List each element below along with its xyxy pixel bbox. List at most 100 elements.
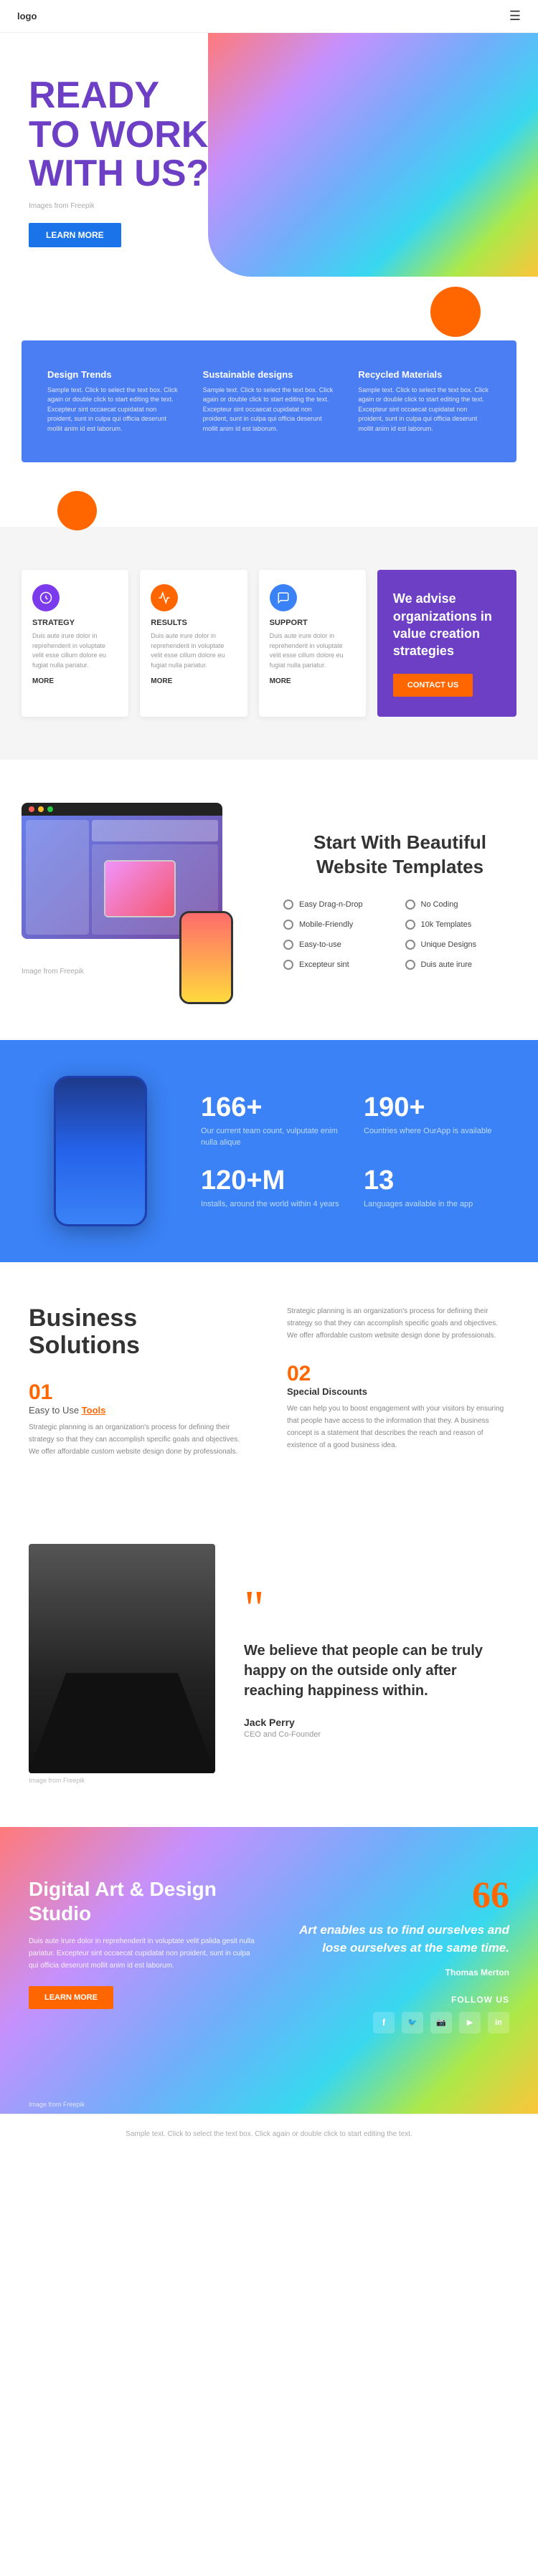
art-title: Digital Art & Design Studio [29, 1877, 255, 1925]
tablet-mockup [104, 860, 176, 917]
stat-value-3: 13 [364, 1165, 509, 1196]
strategy-right-title: We advise organizations in value creatio… [393, 590, 501, 659]
quote-mark: " [244, 1589, 509, 1629]
check-circle-1 [405, 900, 415, 910]
footer: Sample text. Click to select the text bo… [0, 2114, 538, 2154]
stat-item-0: 166+ Our current team count, vulputate e… [201, 1092, 346, 1148]
social-icon-facebook[interactable]: f [373, 2012, 395, 2033]
check-circle-2 [283, 920, 293, 930]
feature-text-1: Sample text. Click to select the text bo… [203, 386, 336, 434]
features-grid: Design Trends Sample text. Click to sele… [22, 340, 516, 463]
stat-desc-2: Installs, around the world within 4 year… [201, 1199, 346, 1210]
feature-text-2: Sample text. Click to select the text bo… [358, 386, 491, 434]
art-image-credit: Image from Freepik [29, 2101, 85, 2108]
templates-section: Image from Freepik Start With Beautiful … [0, 760, 538, 1040]
social-icon-linkedin[interactable]: in [488, 2012, 509, 2033]
feature-text-0: Sample text. Click to select the text bo… [47, 386, 180, 434]
strategy-card-more-2[interactable]: MORE [270, 677, 355, 685]
feature-item-0: Design Trends Sample text. Click to sele… [36, 362, 192, 442]
stat-item-3: 13 Languages available in the app [364, 1165, 509, 1210]
art-quote-author: Thomas Merton [283, 1967, 509, 1978]
stat-item-1: 190+ Countries where OurApp is available [364, 1092, 509, 1148]
strategy-card-0: STRATEGY Duis aute irure dolor in repreh… [22, 570, 128, 717]
social-icon-twitter[interactable]: 🐦 [402, 2012, 423, 2033]
feature-item-2: Recycled Materials Sample text. Click to… [346, 362, 502, 442]
business-disc-title-0: Special Discounts [287, 1386, 509, 1397]
business-right: Strategic planning is an organization's … [287, 1305, 509, 1458]
template-feature-4: Easy-to-use [283, 940, 395, 950]
stat-desc-1: Countries where OurApp is available [364, 1126, 509, 1137]
strategy-card-more-1[interactable]: MORE [151, 677, 236, 685]
art-quote-text: Art enables us to find ourselves and los… [283, 1922, 509, 1957]
templates-inner: Image from Freepik Start With Beautiful … [22, 803, 516, 997]
feature-title-1: Sustainable designs [203, 369, 336, 380]
business-text-0: Strategic planning is an organization's … [29, 1421, 251, 1458]
hero-learn-more-button[interactable]: LEARN MORE [29, 223, 121, 247]
stat-value-1: 190+ [364, 1092, 509, 1123]
art-studio-section: Digital Art & Design Studio Duis aute ir… [0, 1827, 538, 2114]
strategy-card-more-0[interactable]: MORE [32, 677, 118, 685]
quote-content: " We believe that people can be truly ha… [244, 1589, 509, 1739]
art-left: Digital Art & Design Studio Duis aute ir… [29, 1877, 255, 2033]
template-feature-7: Duis aute irure [405, 960, 517, 970]
art-text: Duis aute irure dolor in reprehenderit i… [29, 1935, 255, 1972]
check-circle-4 [283, 940, 293, 950]
features-section: Design Trends Sample text. Click to sele… [0, 305, 538, 513]
navbar: logo ☰ [0, 0, 538, 33]
business-left: Business Solutions 01 Easy to Use Tools … [29, 1305, 251, 1458]
templates-devices: Image from Freepik [22, 803, 255, 997]
templates-title: Start With Beautiful Website Templates [283, 831, 516, 879]
art-social-label: FOLLOW US [283, 1995, 509, 2005]
strategy-card-text-0: Duis aute irure dolor in reprehenderit i… [32, 631, 118, 670]
check-circle-7 [405, 960, 415, 970]
stats-grid: 166+ Our current team count, vulputate e… [201, 1092, 509, 1210]
hamburger-icon[interactable]: ☰ [509, 9, 521, 24]
quote-photo-credit: Image from Freepik [29, 1777, 215, 1784]
strategy-grid: STRATEGY Duis aute irure dolor in repreh… [22, 570, 516, 717]
quote-author: Jack Perry [244, 1717, 509, 1728]
quote-text: We believe that people can be truly happ… [244, 1641, 509, 1701]
quote-photo-container: Image from Freepik [29, 1544, 215, 1784]
quote-section: Image from Freepik " We believe that peo… [0, 1501, 538, 1827]
art-quote-mark: 66 [283, 1877, 509, 1914]
check-circle-6 [283, 960, 293, 970]
strategy-contact-button[interactable]: CONTACT US [393, 674, 473, 697]
strategy-card-1: RESULTS Duis aute irure dolor in reprehe… [140, 570, 247, 717]
templates-features-list: Easy Drag-n-Drop No Coding Mobile-Friend… [283, 900, 516, 970]
template-feature-2: Mobile-Friendly [283, 920, 395, 930]
art-learn-more-button[interactable]: LEARN MORE [29, 1986, 113, 2009]
strategy-icon-1 [151, 584, 178, 611]
strategy-section: STRATEGY Duis aute irure dolor in repreh… [0, 527, 538, 760]
template-feature-6: Excepteur sint [283, 960, 395, 970]
strategy-card-2: SUPPORT Duis aute irure dolor in reprehe… [259, 570, 366, 717]
stats-section: 166+ Our current team count, vulputate e… [0, 1040, 538, 1262]
hero-image-credit: Images from Freepik [29, 202, 273, 210]
business-right-intro: Strategic planning is an organization's … [287, 1305, 509, 1342]
social-icon-youtube[interactable]: ▶ [459, 2012, 481, 2033]
footer-text: Sample text. Click to select the text bo… [22, 2129, 516, 2139]
strategy-card-title-2: SUPPORT [270, 619, 355, 627]
business-section: Business Solutions 01 Easy to Use Tools … [0, 1262, 538, 1501]
business-right-item-0: 02 Special Discounts We can help you to … [287, 1362, 509, 1451]
logo: logo [17, 11, 37, 22]
art-right: 66 Art enables us to find ourselves and … [283, 1877, 509, 2033]
stat-desc-3: Languages available in the app [364, 1199, 509, 1210]
social-icon-instagram[interactable]: 📷 [430, 2012, 452, 2033]
stat-desc-0: Our current team count, vulputate enim n… [201, 1126, 346, 1148]
orange-circle-top [430, 287, 481, 337]
business-disc-num-0: 02 [287, 1362, 509, 1386]
feature-title-2: Recycled Materials [358, 369, 491, 380]
strategy-card-title-0: STRATEGY [32, 619, 118, 627]
phone-mockup [179, 911, 233, 1004]
strategy-card-text-1: Duis aute irure dolor in reprehenderit i… [151, 631, 236, 670]
business-title: Business Solutions [29, 1305, 251, 1359]
art-content: Digital Art & Design Studio Duis aute ir… [29, 1877, 509, 2033]
stat-value-0: 166+ [201, 1092, 346, 1123]
quote-photo [29, 1544, 215, 1773]
template-feature-1: No Coding [405, 900, 517, 910]
business-subtitle-0: Easy to Use Tools [29, 1405, 251, 1416]
business-disc-text-0: We can help you to boost engagement with… [287, 1403, 509, 1451]
stats-phone-container [29, 1076, 172, 1226]
feature-item-1: Sustainable designs Sample text. Click t… [192, 362, 347, 442]
social-icons-row: f 🐦 📷 ▶ in [283, 2012, 509, 2033]
